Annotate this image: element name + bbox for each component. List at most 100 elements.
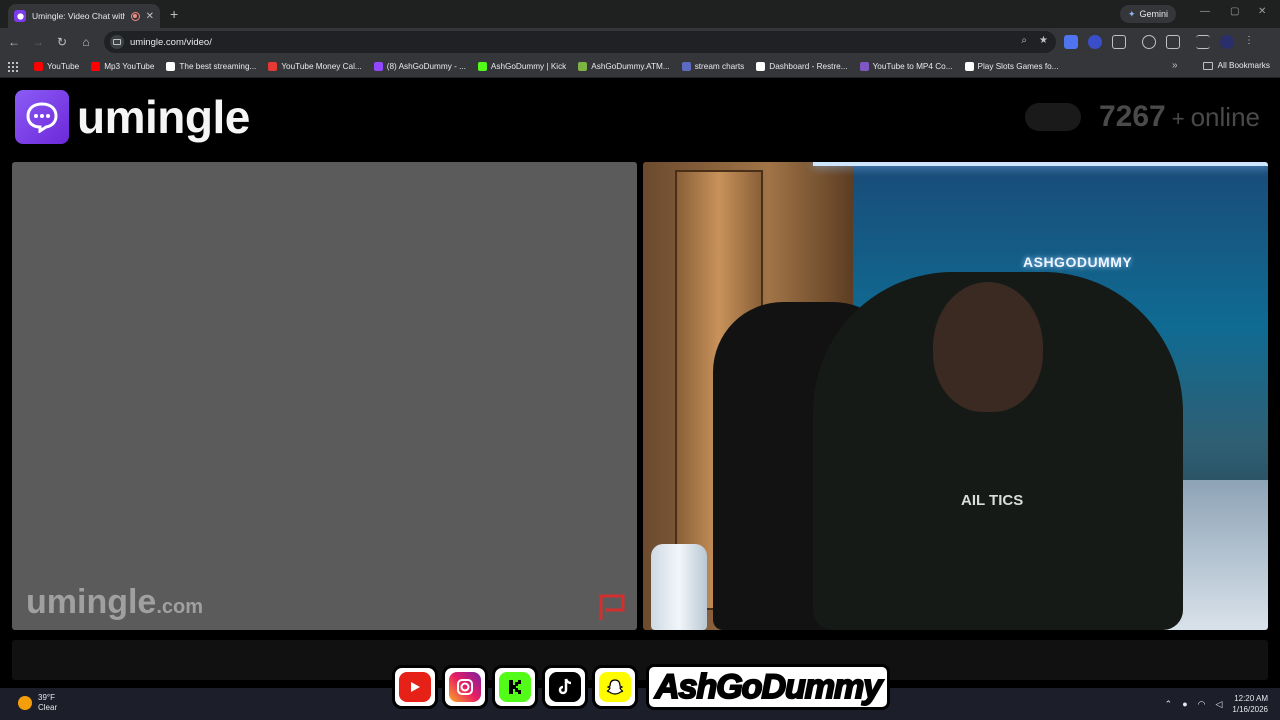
bookmark-item[interactable]: Dashboard - Restre... [756, 62, 848, 71]
reload-icon[interactable]: ↻ [50, 35, 74, 49]
bookmark-item[interactable]: YouTube to MP4 Co... [859, 62, 953, 71]
self-video-panel: ASHGODUMMY AIL TICS [643, 162, 1268, 630]
streamer-name: AshGoDummy [646, 664, 891, 710]
stranger-video-panel: umingle.com [12, 162, 637, 630]
chevron-up-icon[interactable]: ⌃ [1165, 699, 1173, 710]
logo-text: umingle [77, 91, 250, 143]
bookmark-favicon-icon [578, 62, 588, 71]
bookmark-item[interactable]: AshGoDummy.ATM... [578, 62, 670, 71]
streamer-head [933, 282, 1043, 412]
extension-icon[interactable] [1088, 35, 1102, 49]
tab-umingle[interactable]: Umingle: Video Chat with S ✕ [8, 4, 160, 28]
extension-icon[interactable] [1064, 35, 1078, 49]
maximize-icon[interactable]: ▢ [1230, 6, 1239, 17]
reading-list-icon[interactable] [1196, 35, 1210, 49]
bookmark-item[interactable]: (8) AshGoDummy - ... [373, 62, 466, 71]
volume-icon[interactable]: ◁ [1215, 699, 1222, 710]
bookmark-label: AshGoDummy.ATM... [591, 62, 670, 71]
weather-icon [18, 696, 32, 710]
kick-icon [492, 665, 538, 709]
bookmark-label: YouTube Money Cal... [281, 62, 362, 71]
bookmark-label: (8) AshGoDummy - ... [386, 62, 466, 71]
close-window-icon[interactable]: ✕ [1258, 6, 1266, 17]
apps-grid-icon[interactable] [8, 61, 18, 72]
profile-avatar[interactable] [1220, 35, 1234, 49]
bookmark-label: AshGoDummy | Kick [490, 62, 567, 71]
online-count: 7267 [1098, 100, 1166, 133]
bookmark-item[interactable]: Mp3 YouTube [91, 62, 154, 71]
minimize-icon[interactable]: — [1200, 6, 1210, 17]
mic-icon[interactable]: ● [1182, 699, 1187, 709]
bookmark-favicon-icon [34, 62, 43, 71]
umingle-watermark: umingle.com [26, 583, 203, 622]
clock-date: 1/16/2026 [1232, 705, 1268, 714]
watermark-suffix: .com [156, 596, 204, 618]
tiktok-icon [542, 665, 588, 709]
browser-tab-bar: Umingle: Video Chat with S ✕ + ✦ Gemini … [0, 0, 1280, 28]
forward-icon[interactable]: → [26, 35, 50, 49]
wall-handle-sign: ASHGODUMMY [1023, 254, 1133, 270]
umingle-page: umingle 7267 + online umingle.com ASHGOD… [0, 78, 1280, 688]
bookmarks-overflow-icon[interactable]: » [1172, 60, 1178, 71]
clock-time: 12:20 AM [1234, 694, 1268, 703]
browser-toolbar: ← → ↻ ⌂ umingle.com/video/ ⌕ ★ ⋮ [0, 28, 1280, 56]
bookmark-star-icon[interactable]: ★ [1039, 35, 1048, 46]
weather-widget[interactable]: 39°F Clear [18, 693, 57, 713]
menu-kebab-icon[interactable]: ⋮ [1244, 35, 1254, 49]
theme-toggle[interactable] [1024, 103, 1081, 131]
bookmark-label: YouTube to MP4 Co... [872, 62, 953, 71]
all-bookmarks-label: All Bookmarks [1217, 61, 1270, 70]
all-bookmarks-button[interactable]: All Bookmarks [1202, 61, 1270, 70]
gemini-button[interactable]: ✦ Gemini [1120, 5, 1177, 23]
address-bar[interactable]: umingle.com/video/ ⌕ ★ [104, 31, 1056, 53]
history-icon[interactable] [1142, 35, 1156, 49]
weather-temp: 39°F [38, 693, 55, 702]
led-strip [813, 162, 1268, 166]
online-label: online [1190, 102, 1260, 132]
tab-title: Umingle: Video Chat with S [32, 11, 125, 21]
home-icon[interactable]: ⌂ [74, 35, 98, 49]
report-flag-icon[interactable] [597, 592, 629, 622]
bookmark-label: Play Slots Games fo... [977, 62, 1059, 71]
extensions-puzzle-icon[interactable] [1112, 35, 1126, 49]
bookmark-label: Mp3 YouTube [104, 62, 155, 71]
bookmark-label: stream charts [694, 62, 745, 71]
instagram-icon [442, 665, 488, 709]
bookmark-item[interactable]: YouTube [34, 62, 79, 71]
snapchat-icon [592, 665, 638, 709]
bookmark-item[interactable]: YouTube Money Cal... [268, 62, 362, 71]
folder-icon [1202, 61, 1213, 70]
bookmark-favicon-icon [268, 62, 278, 71]
close-tab-icon[interactable]: ✕ [146, 11, 154, 22]
recording-icon [130, 11, 140, 21]
bookmark-item[interactable]: AshGoDummy | Kick [477, 62, 567, 71]
bookmark-label: The best streaming... [179, 62, 257, 71]
bookmark-item[interactable]: Play Slots Games fo... [964, 62, 1059, 71]
umingle-logo[interactable]: umingle [15, 90, 250, 144]
umingle-favicon-icon [14, 10, 26, 22]
bookmark-favicon-icon [91, 62, 101, 71]
back-icon[interactable]: ← [2, 35, 26, 49]
shirt-text: AIL TICS [961, 492, 1024, 509]
bookmark-item[interactable]: stream charts [681, 62, 745, 71]
weather-condition: Clear [38, 703, 58, 712]
bookmark-item[interactable]: The best streaming... [166, 62, 256, 71]
youtube-icon [392, 665, 438, 709]
zoom-icon[interactable]: ⌕ [1021, 35, 1027, 46]
bookmark-favicon-icon [373, 62, 383, 71]
chat-bubble-logo-icon [15, 90, 69, 144]
bookmark-favicon-icon [477, 62, 487, 71]
wifi-icon[interactable]: ◠ [1198, 699, 1206, 710]
watermark-main: umingle [26, 583, 157, 621]
new-tab-button[interactable]: + [170, 6, 178, 22]
bookmark-favicon-icon [166, 62, 176, 71]
split-view-icon[interactable] [1166, 35, 1180, 49]
bookmark-favicon-icon [964, 62, 974, 71]
site-info-icon[interactable] [110, 35, 124, 49]
bookmark-favicon-icon [859, 62, 869, 71]
system-tray: ⌃ ● ◠ ◁ 12:20 AM 1/16/2026 [1165, 693, 1268, 715]
gemini-label: Gemini [1139, 9, 1169, 19]
online-counter: 7267 + online [1024, 100, 1260, 134]
social-overlay: AshGoDummy [392, 664, 891, 710]
clock[interactable]: 12:20 AM 1/16/2026 [1232, 693, 1268, 715]
